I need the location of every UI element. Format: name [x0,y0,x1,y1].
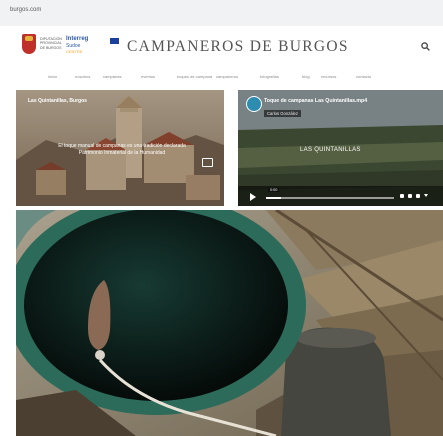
site-header: DIPUTACIÓN PROVINCIAL DE BURGOS Interreg… [0,26,443,70]
video-location-label: LAS QUINTANILLAS [300,147,361,153]
nav-item-recursos[interactable]: recursos [321,74,336,79]
nav-item-campaneros[interactable]: campaneros [216,74,238,79]
volume-icon[interactable] [400,194,404,198]
nav-item-campanas[interactable]: campanas [103,74,121,79]
video-timestamp: 0:00 [268,188,280,192]
province-logo-text: DIPUTACIÓN PROVINCIAL DE BURGOS [40,37,62,50]
nav-item-inicio[interactable]: inicio [48,74,57,79]
nav-item-contacto[interactable]: contacto [356,74,371,79]
site-title[interactable]: CAMPANEROS DE BURGOS [127,38,349,56]
video-author[interactable]: Carlos González [264,110,301,117]
fullscreen-video-icon[interactable] [416,194,420,198]
play-icon[interactable] [250,193,256,201]
channel-avatar[interactable] [246,96,262,112]
main-nav: inicio nosotros campanas eventos toques … [0,70,443,84]
browser-url-bar[interactable]: burgos.com [0,0,443,26]
fullscreen-icon[interactable] [202,158,213,167]
nav-item-nosotros[interactable]: nosotros [75,74,90,79]
video-progress-track[interactable] [266,197,394,199]
church-aerial-panel[interactable]: Las Quintanillas, Burgos El toque manual… [16,90,224,206]
video-title-bar: Toque de campanas Las Quintanillas.mp4 C… [264,98,414,117]
search-icon[interactable] [421,42,430,51]
nav-item-fotografias[interactable]: fotografías [260,74,279,79]
url-text: burgos.com [10,7,42,13]
settings-icon[interactable] [408,194,412,198]
panel-caption: Las Quintanillas, Burgos [28,98,87,104]
nav-item-blog[interactable]: blog [302,74,310,79]
video-title[interactable]: Toque de campanas Las Quintanillas.mp4 [264,98,367,104]
video-progress-fill [266,197,282,199]
eu-flag-icon [110,38,119,44]
video-controls: 0:00 [238,186,443,206]
bell-image [16,210,443,436]
nav-item-eventos[interactable]: eventos [141,74,155,79]
bell-photo [16,210,443,436]
nav-item-toques[interactable]: toques de campana [177,74,212,79]
video-player[interactable]: Toque de campanas Las Quintanillas.mp4 C… [238,90,443,206]
heritage-text: El toque manual de campanas es una tradi… [58,143,186,156]
coat-of-arms-logo[interactable] [22,34,36,54]
chevron-down-icon[interactable] [424,194,428,197]
